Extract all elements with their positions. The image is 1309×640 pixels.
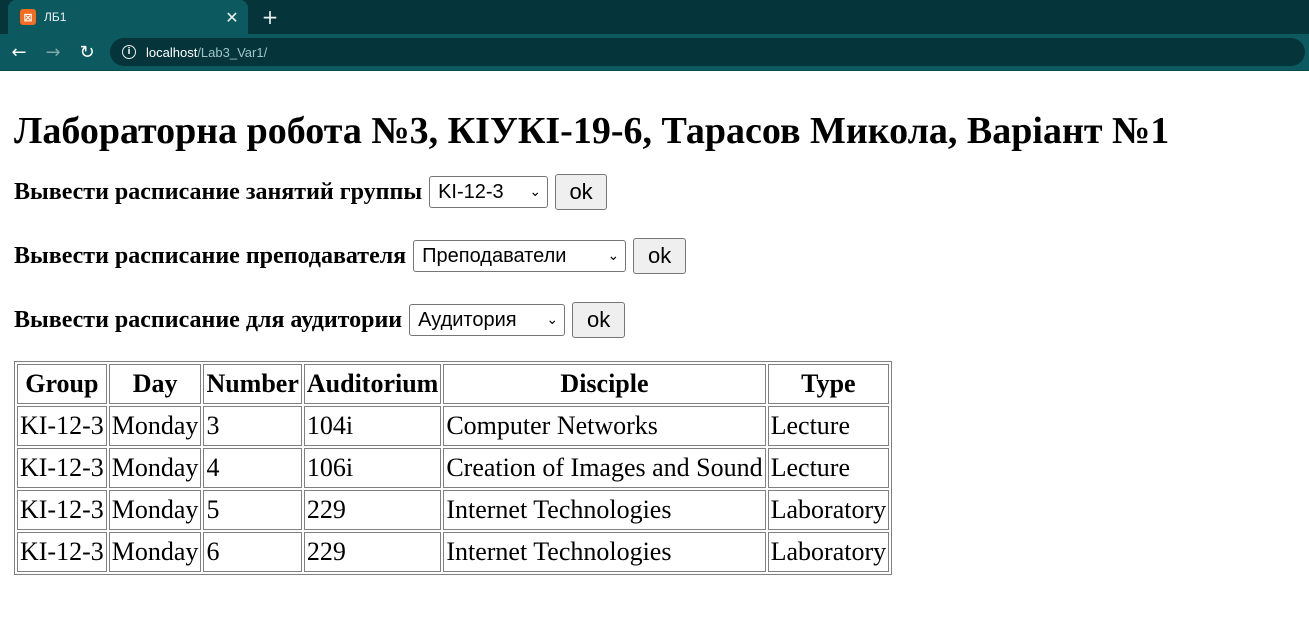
table-row: KI-12-3 Monday 3 104i Computer Networks … bbox=[17, 406, 890, 446]
table-cell: 4 bbox=[203, 448, 302, 488]
teacher-schedule-form: Вывести расписание преподавателя Препода… bbox=[14, 237, 1295, 275]
table-cell: Laboratory bbox=[767, 490, 890, 530]
page-title: Лабораторна робота №3, КІУКІ-19-6, Тарас… bbox=[14, 110, 1170, 152]
chevron-down-icon: ⌄ bbox=[607, 248, 620, 264]
group-select-value: KI-12-3 bbox=[438, 180, 504, 203]
table-cell: Monday bbox=[108, 448, 202, 488]
table-row: KI-12-3 Monday 6 229 Internet Technologi… bbox=[17, 532, 890, 572]
table-row: KI-12-3 Monday 4 106i Creation of Images… bbox=[17, 448, 890, 488]
auditorium-ok-button[interactable]: ok bbox=[572, 302, 626, 338]
table-cell: 5 bbox=[203, 490, 302, 530]
column-header: Number bbox=[203, 364, 302, 404]
group-schedule-form: Вывести расписание занятий группы KI-12-… bbox=[14, 173, 1295, 211]
column-header: Type bbox=[767, 364, 890, 404]
table-cell: Monday bbox=[108, 532, 202, 572]
table-cell: 229 bbox=[303, 490, 442, 530]
back-arrow-icon[interactable]: ← bbox=[4, 37, 34, 67]
table-cell: Laboratory bbox=[767, 532, 890, 572]
tab-strip: ⊠ ЛБ1 ✕ + bbox=[0, 0, 1309, 34]
column-header: Day bbox=[108, 364, 202, 404]
group-form-label: Вывести расписание занятий группы bbox=[14, 178, 423, 205]
auditorium-select-value: Аудитория bbox=[418, 308, 517, 331]
new-tab-plus-icon[interactable]: + bbox=[258, 5, 282, 29]
table-row: KI-12-3 Monday 5 229 Internet Technologi… bbox=[17, 490, 890, 530]
table-cell: 229 bbox=[303, 532, 442, 572]
xampp-favicon-icon: ⊠ bbox=[20, 9, 36, 25]
group-ok-button[interactable]: ok bbox=[555, 174, 608, 210]
browser-toolbar: ← → ↻ i localhost/Lab3_Var1/ bbox=[0, 34, 1309, 71]
teacher-ok-button[interactable]: ok bbox=[633, 238, 687, 274]
table-cell: Creation of Images and Sound bbox=[443, 448, 766, 488]
table-cell: 6 bbox=[203, 532, 302, 572]
auditorium-select[interactable]: Аудитория ⌄ bbox=[409, 304, 566, 336]
column-header: Auditorium bbox=[303, 364, 442, 404]
address-bar[interactable]: i localhost/Lab3_Var1/ bbox=[110, 38, 1305, 66]
table-cell: Computer Networks bbox=[443, 406, 766, 446]
table-cell: KI-12-3 bbox=[17, 532, 107, 572]
auditorium-form-label: Вывести расписание для аудитории bbox=[14, 306, 403, 333]
site-info-icon[interactable]: i bbox=[122, 45, 136, 59]
table-cell: Monday bbox=[108, 406, 202, 446]
tab-close-icon[interactable]: ✕ bbox=[222, 7, 242, 27]
table-cell: Monday bbox=[108, 490, 202, 530]
auditorium-schedule-form: Вывести расписание для аудитории Аудитор… bbox=[14, 301, 1295, 339]
teacher-select-value: Преподаватели bbox=[422, 244, 567, 267]
reload-icon[interactable]: ↻ bbox=[72, 37, 102, 67]
table-cell: KI-12-3 bbox=[17, 406, 107, 446]
table-cell: Lecture bbox=[767, 406, 890, 446]
table-cell: Internet Technologies bbox=[443, 490, 766, 530]
table-cell: 104i bbox=[303, 406, 442, 446]
table-cell: 106i bbox=[303, 448, 442, 488]
forward-arrow-icon[interactable]: → bbox=[38, 37, 68, 67]
table-cell: Internet Technologies bbox=[443, 532, 766, 572]
page-content: Лабораторна робота №3, КІУКІ-19-6, Тарас… bbox=[0, 107, 1309, 575]
chevron-down-icon: ⌄ bbox=[546, 312, 559, 328]
group-select[interactable]: KI-12-3 ⌄ bbox=[429, 176, 549, 208]
url-text: localhost/Lab3_Var1/ bbox=[146, 44, 268, 60]
teacher-form-label: Вывести расписание преподавателя bbox=[14, 242, 407, 269]
table-cell: KI-12-3 bbox=[17, 490, 107, 530]
browser-tab[interactable]: ⊠ ЛБ1 ✕ bbox=[8, 0, 248, 34]
tab-title: ЛБ1 bbox=[44, 10, 67, 24]
column-header: Disciple bbox=[443, 364, 766, 404]
chevron-down-icon: ⌄ bbox=[529, 184, 542, 200]
teacher-select[interactable]: Преподаватели ⌄ bbox=[413, 240, 627, 272]
table-cell: Lecture bbox=[767, 448, 890, 488]
table-cell: KI-12-3 bbox=[17, 448, 107, 488]
column-header: Group bbox=[17, 364, 107, 404]
table-cell: 3 bbox=[203, 406, 302, 446]
schedule-table: Group Day Number Auditorium Disciple Typ… bbox=[14, 361, 893, 575]
table-header-row: Group Day Number Auditorium Disciple Typ… bbox=[17, 364, 890, 404]
